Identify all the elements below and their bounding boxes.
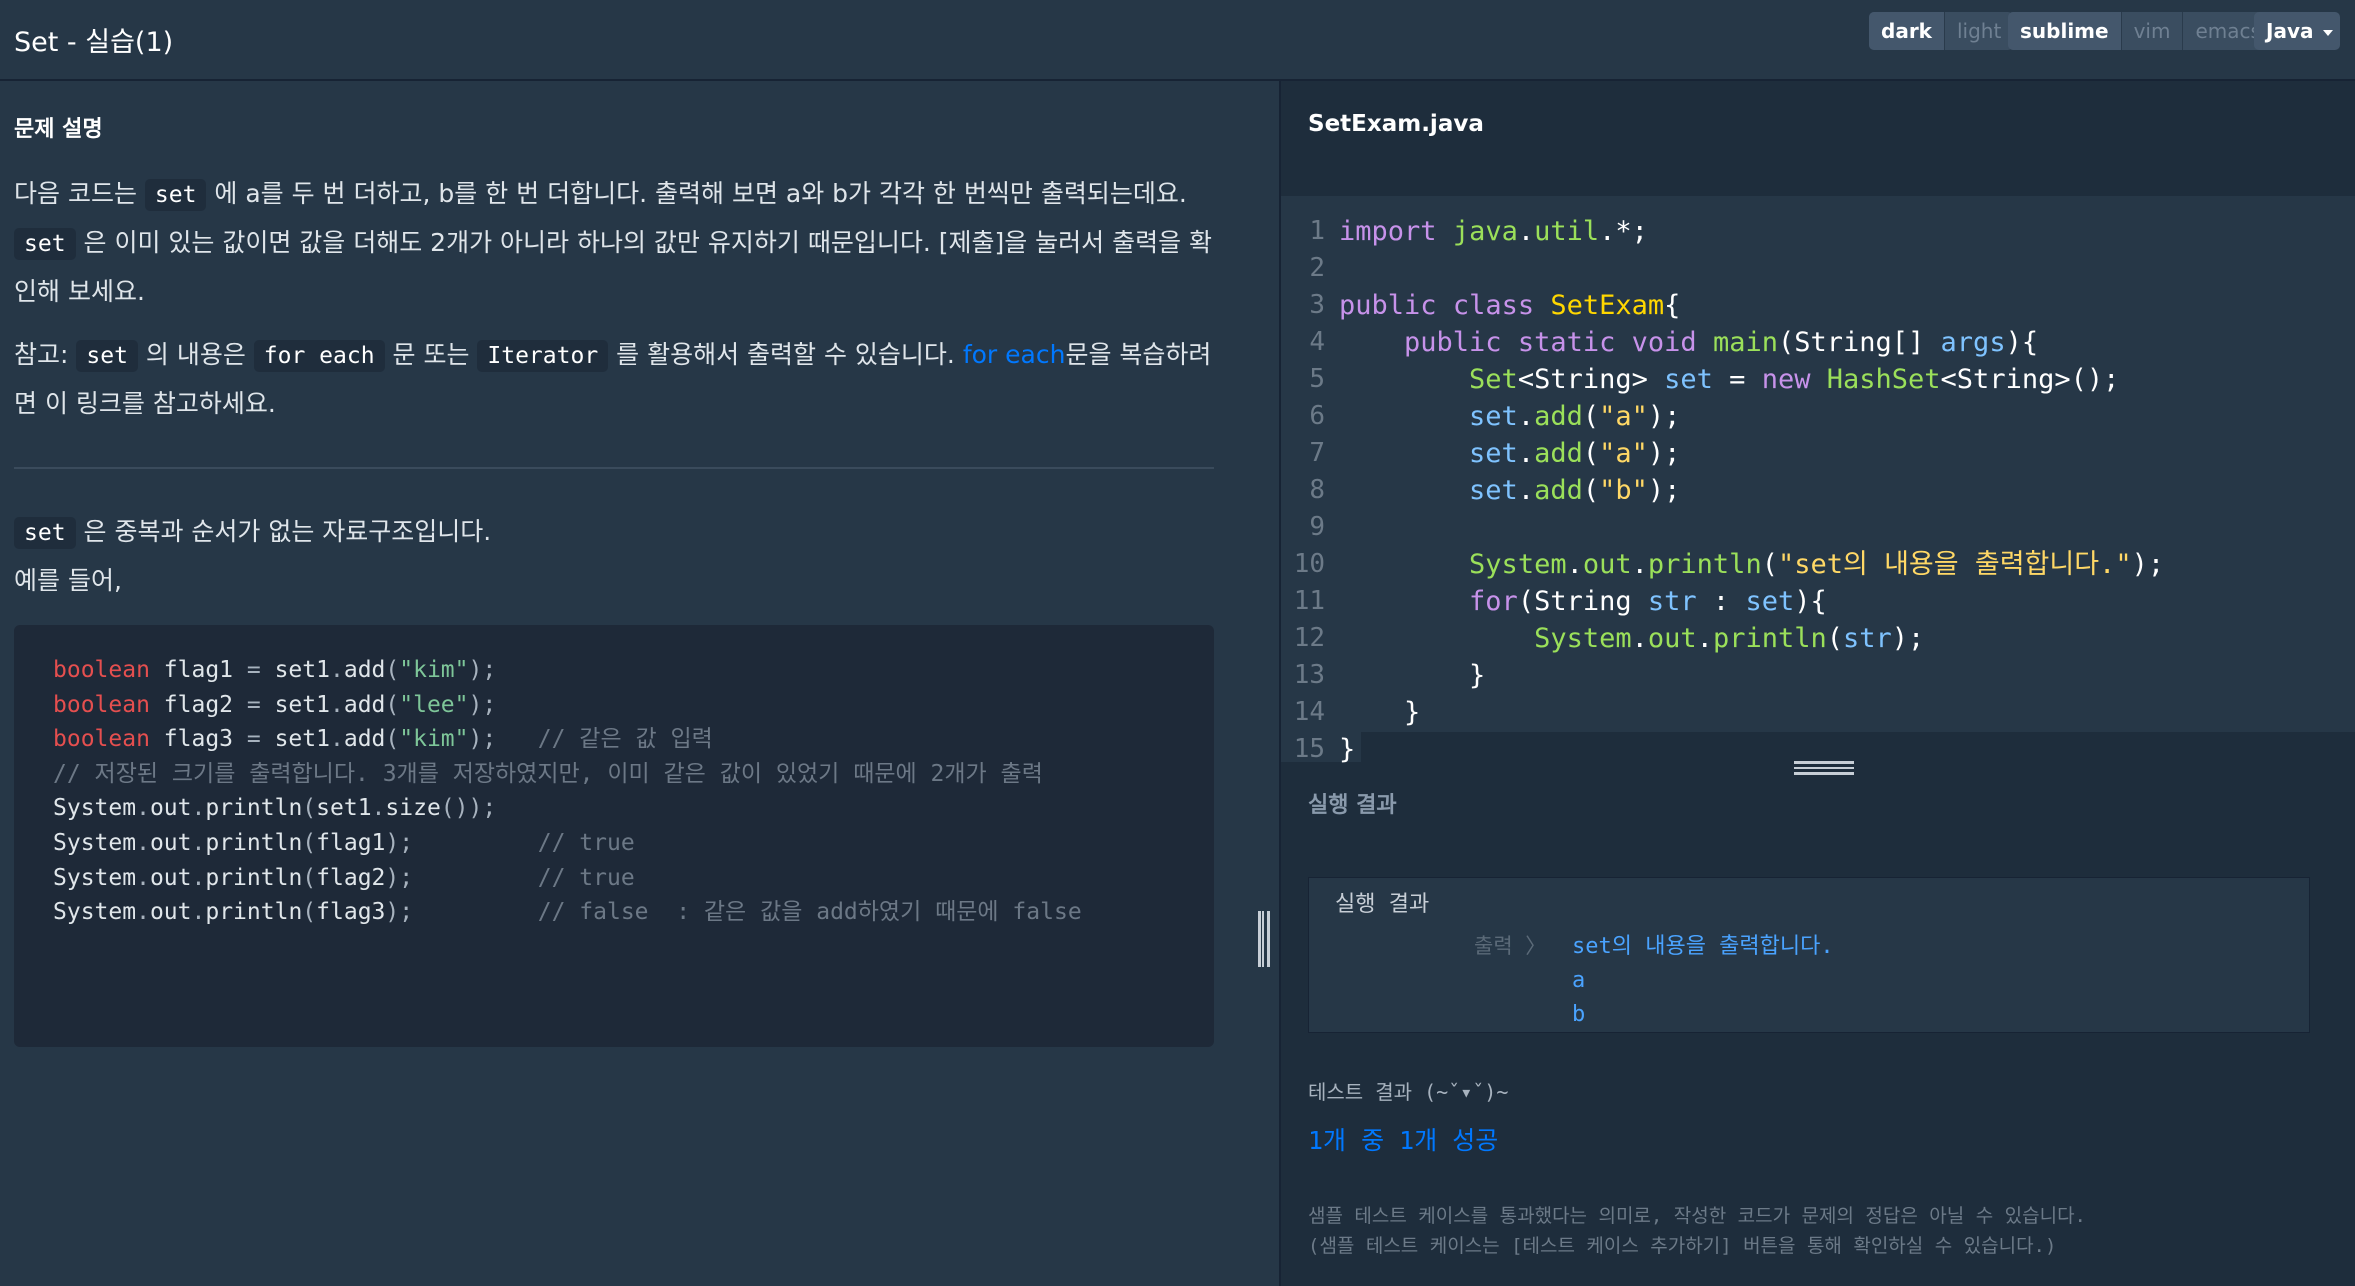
code-line: // 저장된 크기를 출력합니다. 3개를 저장하였지만, 이미 같은 값이 있… [53, 760, 1043, 787]
line-number: 2 [1309, 253, 1325, 283]
problem-paragraph-1: 다음 코드는 set 에 a를 두 번 더하고, b를 한 번 더합니다. 출력… [14, 170, 1224, 315]
caret-down-icon [2323, 29, 2334, 36]
code-line: boolean flag1 = set1.add("kim"); [53, 657, 497, 683]
language-dropdown[interactable]: Java [2254, 12, 2340, 50]
inline-code: for each [253, 340, 385, 372]
problem-section-title: 문제 설명 [14, 117, 103, 142]
output-line: set의 내용을 출력합니다. [1572, 934, 1834, 959]
line-number: 13 [1293, 660, 1325, 690]
editor-code-line[interactable] [1339, 509, 2164, 546]
test-result-summary: 1개 중 1개 성공 [1308, 1126, 1499, 1155]
theme-dark-button[interactable]: dark [1869, 12, 1944, 50]
output-line: a [1572, 968, 1586, 993]
editor-code-line[interactable]: } [1339, 657, 2164, 694]
code-line: boolean flag2 = set1.add("lee"); [53, 691, 497, 718]
editor-code-line[interactable]: set.add("a"); [1339, 435, 2164, 472]
editor-code-line[interactable]: } [1339, 694, 2164, 731]
code-line: System.out.println(flag3); // false : 같은… [53, 899, 1082, 926]
editor-panel: SetExam.java 1 2 3 4 5 6 7 8 9 10 11 12 13 14 15 impor… [1279, 81, 2355, 1286]
line-number: 1 [1309, 216, 1325, 246]
test-result-title: 테스트 결과 (~ˇ▾ˇ)~ [1308, 1080, 1509, 1104]
for-each-link[interactable]: for each [963, 340, 1066, 369]
paragraph-text: 의 내용은 [137, 340, 254, 369]
line-number: 8 [1309, 475, 1325, 505]
editor-code-line[interactable] [1339, 250, 2164, 287]
result-section-title: 실행 결과 [1308, 793, 1397, 818]
line-number: 12 [1293, 623, 1325, 653]
line-number: 4 [1309, 327, 1325, 357]
line-number-gutter: 1 2 3 4 5 6 7 8 9 10 11 12 13 14 15 [1281, 213, 1325, 768]
example-code: boolean flag1 = set1.add("kim"); boolean … [53, 653, 1082, 930]
example-code-block: boolean flag1 = set1.add("kim"); boolean … [14, 625, 1214, 1047]
editor-code-line[interactable]: set.add("b"); [1339, 472, 2164, 509]
keymap-vim-button[interactable]: vim [2120, 12, 2183, 50]
code-line: System.out.println(set1.size()); [53, 795, 497, 822]
keymap-sublime-button[interactable]: sublime [2008, 12, 2121, 50]
result-output-box: 실행 결과 출력 〉 set의 내용을 출력합니다. a b [1308, 877, 2310, 1033]
editor-code-line[interactable]: for(String str : set){ [1339, 583, 2164, 620]
paragraph-text: 에 a를 두 번 더하고, b를 한 번 더합니다. 출력해 보면 a와 b가 … [206, 179, 1187, 208]
editor-code-line[interactable]: public class SetExam{ [1339, 287, 2164, 324]
problem-paragraph-3: set 은 중복과 순서가 없는 자료구조입니다. 예를 들어, [14, 508, 1224, 604]
code-line: System.out.println(flag2); // true [53, 864, 635, 891]
divider [14, 467, 1214, 469]
editor-code-line[interactable]: } [1339, 731, 2164, 768]
output-label: 출력 〉 [1474, 934, 1547, 958]
editor-code-line[interactable]: System.out.println(str); [1339, 620, 2164, 657]
inline-code: set [76, 340, 138, 372]
note-line: 샘플 테스트 케이스를 통과했다는 의미로, 작성한 코드가 문제의 정답은 아… [1308, 1205, 2086, 1227]
output-lines: set의 내용을 출력합니다. a b [1572, 930, 1834, 1032]
paragraph-text: 은 이미 있는 값이면 값을 더해도 2개가 아니라 하나의 값만 유지하기 때… [14, 228, 1213, 306]
editor-code-line[interactable]: Set<String> set = new HashSet<String>(); [1339, 361, 2164, 398]
problem-panel: 문제 설명 다음 코드는 set 에 a를 두 번 더하고, b를 한 번 더합… [0, 81, 1278, 1286]
line-number: 6 [1309, 401, 1325, 431]
paragraph-text: 참고: [14, 340, 77, 369]
line-number: 10 [1293, 549, 1325, 579]
line-number: 15 [1293, 734, 1325, 764]
theme-light-button[interactable]: light [1943, 12, 2013, 50]
line-number: 3 [1309, 290, 1325, 320]
paragraph-text: 은 중복과 순서가 없는 자료구조입니다. [75, 517, 492, 546]
editor-code-line[interactable]: public static void main(String[] args){ [1339, 324, 2164, 361]
language-label: Java [2266, 19, 2314, 43]
editor-code-line[interactable]: System.out.println("set의 내용을 출력합니다."); [1339, 546, 2164, 583]
result-box-title: 실행 결과 [1335, 892, 1430, 917]
line-number: 11 [1293, 586, 1325, 616]
top-bar: Set - 실습(1) dark light sublime vim emacs… [0, 0, 2355, 81]
note-line: (샘플 테스트 케이스는 [테스트 케이스 추가하기] 버튼을 통해 확인하실 … [1308, 1235, 2057, 1257]
editor-code-line[interactable]: import java.util.*; [1339, 213, 2164, 250]
line-number: 9 [1309, 512, 1325, 542]
line-number: 5 [1309, 364, 1325, 394]
output-line: b [1572, 1002, 1586, 1027]
code-editor[interactable]: 1 2 3 4 5 6 7 8 9 10 11 12 13 14 15 import java.util.*… [1281, 196, 2355, 769]
paragraph-text: 예를 들어, [14, 566, 122, 595]
editor-code-line[interactable]: set.add("a"); [1339, 398, 2164, 435]
line-number: 14 [1293, 697, 1325, 727]
file-name: SetExam.java [1308, 111, 1484, 137]
line-number: 7 [1309, 438, 1325, 468]
paragraph-text: 다음 코드는 [14, 179, 145, 208]
problem-paragraph-2: 참고: set 의 내용은 for each 문 또는 Iterator 를 활… [14, 331, 1224, 427]
theme-toggle-group: dark light [1869, 12, 2014, 50]
vertical-resize-handle[interactable] [1258, 911, 1270, 967]
horizontal-resize-handle[interactable] [1794, 761, 1854, 775]
code-area[interactable]: import java.util.*; public class SetExam… [1339, 213, 2164, 768]
keymap-toggle-group: sublime vim emacs [2008, 12, 2273, 50]
test-note: 샘플 테스트 케이스를 통과했다는 의미로, 작성한 코드가 문제의 정답은 아… [1308, 1201, 2086, 1261]
code-line: System.out.println(flag1); // true [53, 829, 635, 856]
page-title: Set - 실습(1) [14, 27, 174, 58]
inline-code: Iterator [477, 340, 609, 372]
inline-code: set [144, 179, 207, 211]
code-line: boolean flag3 = set1.add("kim"); // 같은 값… [53, 726, 713, 753]
inline-code: set [14, 228, 76, 260]
inline-code: set [14, 517, 76, 549]
paragraph-text: 를 활용해서 출력할 수 있습니다. [608, 340, 963, 369]
paragraph-text: 문 또는 [384, 340, 478, 369]
